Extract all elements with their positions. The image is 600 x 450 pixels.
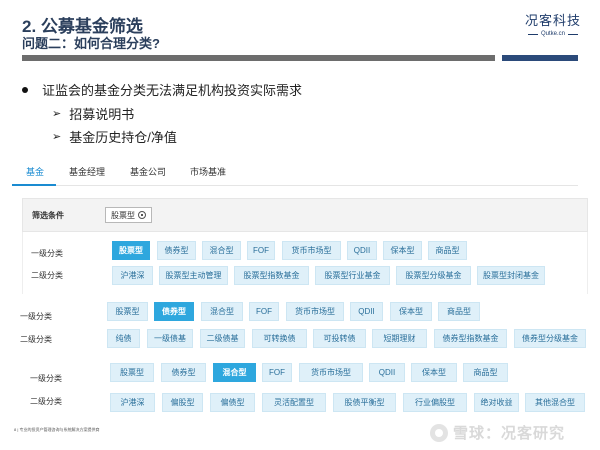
header-divider-gray (22, 55, 495, 61)
category-panel-bond: 一级分类 二级分类 股票型 债券型 混合型 FOF 货币市场型 QDII 保本型… (12, 298, 588, 358)
level1-chip-mixed[interactable]: 混合型 (213, 363, 256, 382)
level1-chip-commodity[interactable]: 商品型 (463, 363, 508, 382)
level2-chip[interactable]: 股票型行业基金 (315, 266, 390, 285)
level2-chip[interactable]: 沪港深 (110, 393, 155, 412)
tab-bar: 基金 基金经理 基金公司 市场基准 (12, 159, 578, 186)
tab-active-indicator (12, 184, 56, 186)
level1-chip-qdii[interactable]: QDII (347, 241, 377, 260)
level2-chip[interactable]: 行业偏股型 (403, 393, 467, 412)
level1-chip-qdii[interactable]: QDII (369, 363, 405, 382)
arrow-right-icon: ➢ (52, 131, 62, 143)
level2-chip[interactable]: 可投转债 (313, 329, 366, 348)
level1-chip-fof[interactable]: FOF (249, 302, 279, 321)
level2-chip[interactable]: 债券型分级基金 (514, 329, 586, 348)
bullet-main-text: 证监会的基金分类无法满足机构投资实际需求 (42, 83, 303, 98)
level2-chip[interactable]: 纯债 (107, 329, 140, 348)
level1-label: 一级分类 (20, 312, 52, 321)
bullet-main: 证监会的基金分类无法满足机构投资实际需求 (22, 80, 302, 99)
bullet-sub-1: ➢ 招募说明书 (52, 104, 134, 123)
level1-chip-stock[interactable]: 股票型 (112, 241, 150, 260)
level2-chip[interactable]: 股票型分级基金 (396, 266, 471, 285)
bullet-sub-text: 基金历史持仓/净值 (69, 130, 177, 145)
level2-chip[interactable]: 偏债型 (210, 393, 255, 412)
level1-label: 一级分类 (31, 249, 63, 258)
level1-chip-money-market[interactable]: 货币市场型 (282, 241, 341, 260)
level1-chip-stock[interactable]: 股票型 (107, 302, 148, 321)
level1-chip-commodity[interactable]: 商品型 (438, 302, 480, 321)
level2-label: 二级分类 (31, 271, 63, 280)
bullet-sub-text: 招募说明书 (69, 107, 135, 122)
footer: 8 | 专业的投资产管理咨询与系统解决方案提供商 (14, 427, 100, 432)
category-panel-stock: 一级分类 二级分类 股票型 债券型 混合型 FOF 货币市场型 QDII 保本型… (22, 232, 588, 294)
level1-chip-mixed[interactable]: 混合型 (202, 241, 241, 260)
tab-fund[interactable]: 基金 (26, 165, 44, 178)
level2-chip[interactable]: 股票型封闭基金 (477, 266, 545, 285)
level2-chip[interactable]: 绝对收益 (474, 393, 519, 412)
level2-chip[interactable]: 其他混合型 (525, 393, 585, 412)
level2-chip[interactable]: 一级债基 (147, 329, 193, 348)
level1-chip-fof[interactable]: FOF (262, 363, 292, 382)
level1-chip-guaranteed[interactable]: 保本型 (383, 241, 422, 260)
level2-chip[interactable]: 股债平衡型 (333, 393, 396, 412)
filter-chip[interactable]: 股票型 (105, 207, 152, 223)
footer-text: 专业的投资产管理咨询与系统解决方案提供商 (19, 427, 100, 432)
tab-market-benchmark[interactable]: 市场基准 (190, 165, 226, 178)
level2-chip[interactable]: 灵活配置型 (262, 393, 326, 412)
watermark-text: 雪球：况客研究 (453, 425, 566, 442)
level2-chip[interactable]: 沪港深 (112, 266, 153, 285)
level1-chip-qdii[interactable]: QDII (350, 302, 383, 321)
level1-chip-bond[interactable]: 债券型 (157, 241, 196, 260)
level1-chip-money-market[interactable]: 货币市场型 (299, 363, 363, 382)
level1-label: 一级分类 (30, 374, 62, 383)
filter-label: 筛选条件 (32, 211, 64, 220)
page-subtitle: 问题二：如何合理分类? (22, 36, 160, 51)
level1-chip-money-market[interactable]: 货币市场型 (286, 302, 344, 321)
level2-chip[interactable]: 短期理财 (372, 329, 427, 348)
level1-chip-bond[interactable]: 债券型 (154, 302, 194, 321)
level2-chip[interactable]: 二级债基 (200, 329, 245, 348)
bullet-sub-2: ➢ 基金历史持仓/净值 (52, 127, 177, 146)
remove-filter-icon[interactable] (138, 211, 146, 219)
level2-chip[interactable]: 可转换债 (252, 329, 307, 348)
logo-url: Qutke.cn (540, 31, 565, 37)
level1-chip-fof[interactable]: FOF (247, 241, 275, 260)
logo-text: 况客科技 (524, 14, 581, 29)
level2-chip[interactable]: 偏股型 (162, 393, 203, 412)
level1-chip-commodity[interactable]: 商品型 (428, 241, 467, 260)
tab-fund-company[interactable]: 基金公司 (130, 165, 166, 178)
logo: 况客科技 Qutke.cn (522, 10, 584, 37)
category-panel-mixed: 一级分类 二级分类 股票型 债券型 混合型 FOF 货币市场型 QDII 保本型… (12, 360, 588, 420)
level1-chip-stock[interactable]: 股票型 (110, 363, 154, 382)
level2-chip[interactable]: 股票型主动管理 (159, 266, 228, 285)
level2-label: 二级分类 (30, 397, 62, 406)
filter-bar: 筛选条件 股票型 (22, 198, 588, 232)
arrow-right-icon: ➢ (52, 108, 62, 120)
tab-fund-manager[interactable]: 基金经理 (69, 165, 105, 178)
level2-chip[interactable]: 股票型指数基金 (234, 266, 309, 285)
bullet-dot-icon (22, 86, 28, 93)
snowball-logo-icon (430, 423, 448, 442)
level1-chip-bond[interactable]: 债券型 (161, 363, 206, 382)
level2-label: 二级分类 (20, 335, 52, 344)
header-divider-blue (502, 55, 578, 61)
watermark: 雪球：况客研究 (430, 422, 565, 443)
level2-chip[interactable]: 债券型指数基金 (434, 329, 507, 348)
level1-chip-guaranteed[interactable]: 保本型 (390, 302, 432, 321)
level1-chip-guaranteed[interactable]: 保本型 (411, 363, 457, 382)
page-number: 8 (14, 427, 17, 432)
filter-chip-label: 股票型 (111, 210, 135, 220)
level1-chip-mixed[interactable]: 混合型 (201, 302, 243, 321)
